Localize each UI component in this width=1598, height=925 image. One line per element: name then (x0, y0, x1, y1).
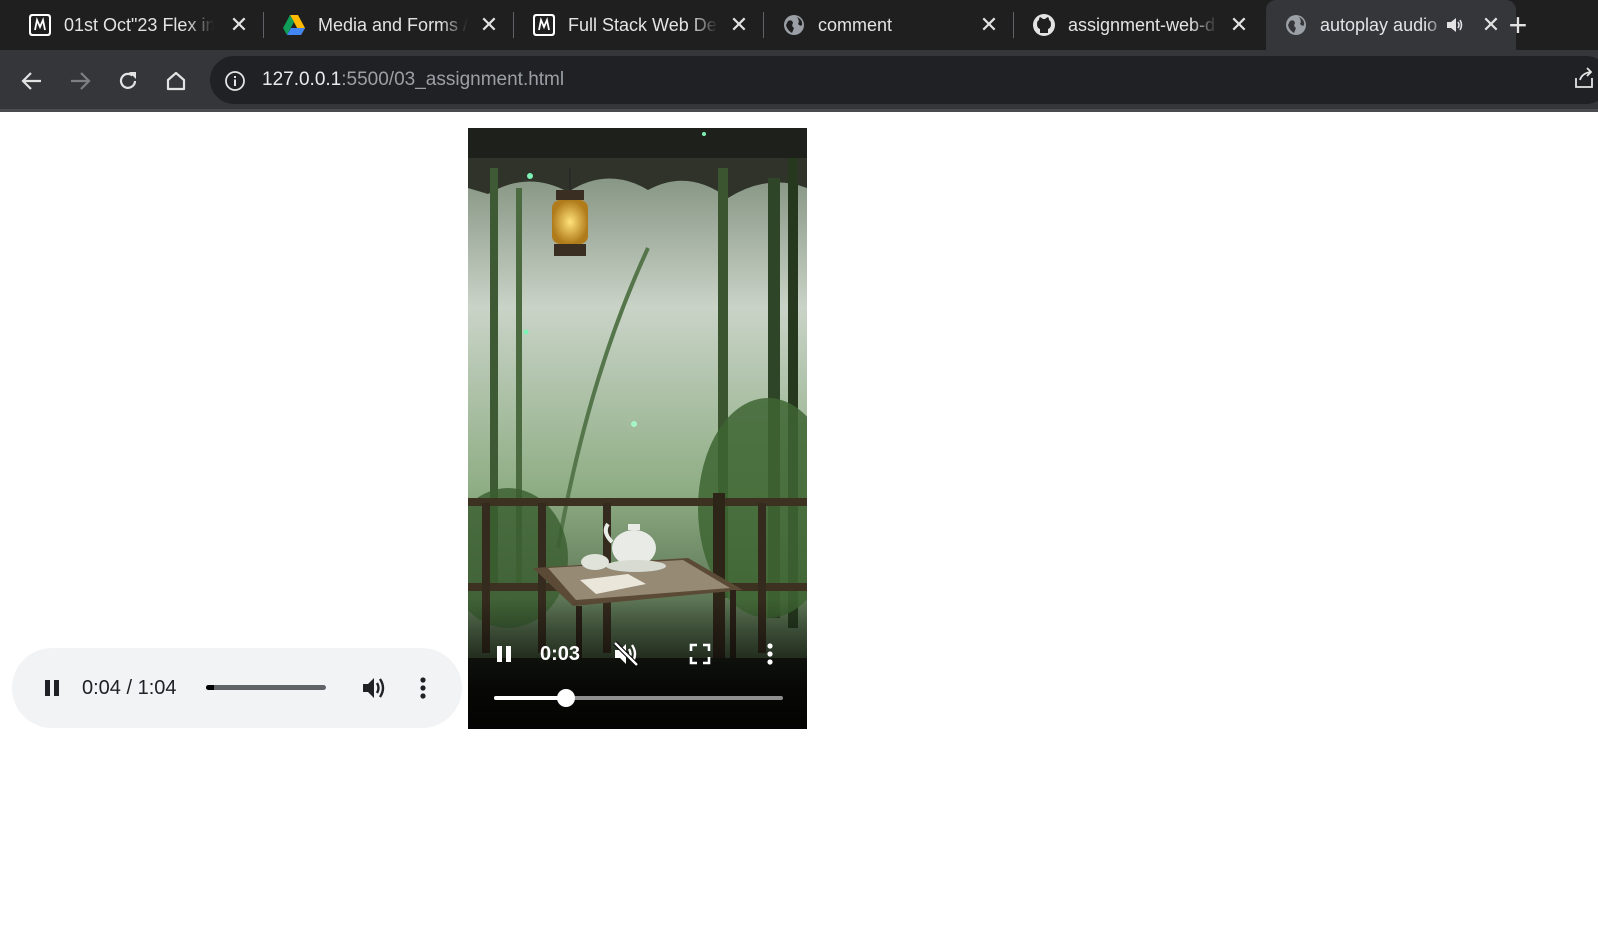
address-bar[interactable]: 127.0.0.1:5500/03_assignment.html (210, 56, 1598, 104)
tab-title: comment (818, 15, 893, 35)
tab-comment[interactable]: comment ✕ (764, 0, 1014, 50)
tab-close-icon[interactable]: ✕ (1480, 14, 1502, 36)
tab-title: autoplay audio (1320, 15, 1438, 35)
arrow-right-icon (71, 72, 91, 90)
video-seek-progress (494, 696, 567, 700)
url-path: :5500/03_assignment.html (341, 69, 565, 90)
audio-player[interactable]: 0:04 / 1:04 (12, 648, 462, 728)
globe-icon (1286, 15, 1306, 35)
tab-github[interactable]: assignment-web-d ✕ (1014, 0, 1264, 50)
tab-flex[interactable]: 01st Oct"23 Flex in ✕ (0, 0, 264, 50)
tab-full-stack[interactable]: Full Stack Web Dev ✕ (514, 0, 764, 50)
tab-autoplay-audio[interactable]: autoplay audio ✕ (1266, 0, 1516, 50)
tab-title: Full Stack Web Dev (568, 15, 718, 35)
muted-icon[interactable] (612, 640, 640, 668)
tab-close-icon[interactable]: ✕ (478, 14, 500, 36)
audio-time-display: 0:04 / 1:04 (82, 677, 177, 699)
globe-icon (784, 15, 804, 35)
back-button[interactable] (15, 64, 49, 98)
forward-button[interactable] (63, 64, 97, 98)
video-player[interactable]: 0:03 (468, 128, 807, 729)
audio-seek-progress (206, 685, 214, 690)
audio-seek-bar[interactable] (206, 685, 326, 690)
volume-icon[interactable] (360, 674, 388, 702)
video-pause-icon[interactable] (492, 642, 516, 666)
video-seek-bar[interactable] (494, 689, 783, 707)
tab-strip: 01st Oct"23 Flex in ✕ Media and Forms / … (0, 0, 1598, 50)
url-text[interactable]: 127.0.0.1:5500/03_assignment.html (262, 69, 564, 91)
info-icon[interactable] (224, 70, 246, 92)
reload-icon (119, 72, 137, 89)
tab-close-icon[interactable]: ✕ (728, 14, 750, 36)
url-host: 127.0.0.1 (262, 69, 342, 90)
arrow-left-icon (21, 72, 41, 90)
pw-skills-icon (533, 14, 555, 36)
reload-button[interactable] (111, 64, 145, 98)
browser-toolbar: 127.0.0.1:5500/03_assignment.html (0, 50, 1598, 112)
more-options-icon[interactable] (414, 674, 432, 702)
pw-skills-icon (29, 14, 51, 36)
share-icon[interactable] (1572, 66, 1596, 90)
new-tab-button[interactable]: + (1500, 8, 1536, 44)
tab-title: 01st Oct"23 Flex in (64, 15, 214, 35)
tab-close-icon[interactable]: ✕ (1228, 14, 1250, 36)
tab-media-forms[interactable]: Media and Forms / ✕ (264, 0, 514, 50)
fullscreen-icon[interactable] (688, 642, 712, 666)
tab-close-icon[interactable]: ✕ (978, 14, 1000, 36)
home-icon (166, 71, 186, 91)
tab-title: Media and Forms / (318, 15, 468, 35)
tab-title: assignment-web-d (1068, 15, 1216, 35)
video-current-time: 0:03 (540, 643, 581, 665)
tab-audio-playing-icon[interactable] (1446, 17, 1464, 33)
video-more-options-icon[interactable] (762, 640, 778, 668)
pause-icon[interactable] (40, 676, 64, 700)
home-button[interactable] (159, 64, 193, 98)
google-drive-icon (283, 15, 305, 35)
github-icon (1033, 14, 1055, 36)
tab-close-icon[interactable]: ✕ (228, 14, 250, 36)
